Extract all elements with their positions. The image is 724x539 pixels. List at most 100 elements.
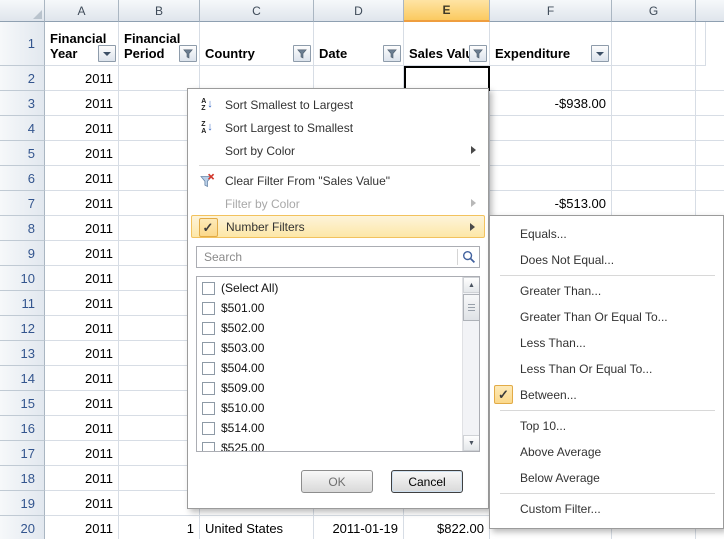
row-header[interactable]: 17 bbox=[0, 441, 45, 466]
row-header-1[interactable]: 1 bbox=[0, 22, 45, 66]
cell-expenditure[interactable]: -$513.00 bbox=[490, 191, 612, 216]
cell-financial-year[interactable]: 2011 bbox=[45, 416, 119, 441]
cell-financial-year[interactable]: 2011 bbox=[45, 316, 119, 341]
column-header-d[interactable]: D bbox=[314, 0, 404, 22]
filter-dropdown-sales-value[interactable] bbox=[469, 45, 487, 62]
cell-g[interactable] bbox=[612, 191, 696, 216]
cell-date[interactable]: 2011-01-19 bbox=[314, 516, 404, 539]
row-header[interactable]: 13 bbox=[0, 341, 45, 366]
menu-item-number-filters[interactable]: ✓ Number Filters bbox=[191, 215, 485, 238]
menu-item-clear-filter[interactable]: Clear Filter From "Sales Value" bbox=[191, 169, 485, 192]
cancel-button[interactable]: Cancel bbox=[391, 470, 463, 493]
row-header[interactable]: 10 bbox=[0, 266, 45, 291]
search-input[interactable] bbox=[202, 249, 457, 265]
header-country[interactable]: Country bbox=[200, 22, 314, 66]
filter-value-item[interactable]: $502.00 bbox=[197, 318, 462, 338]
cell-financial-year[interactable]: 2011 bbox=[45, 116, 119, 141]
row-header[interactable]: 19 bbox=[0, 491, 45, 516]
header-g[interactable] bbox=[612, 22, 696, 66]
row-header[interactable]: 20 bbox=[0, 516, 45, 539]
submenu-item-below-average[interactable]: Below Average bbox=[490, 465, 723, 491]
cell-financial-year[interactable]: 2011 bbox=[45, 241, 119, 266]
cell-country[interactable]: United States bbox=[200, 516, 314, 539]
row-header[interactable]: 2 bbox=[0, 66, 45, 91]
cell-financial-year[interactable]: 2011 bbox=[45, 291, 119, 316]
submenu-item-between[interactable]: ✓ Between... bbox=[490, 382, 723, 408]
header-financial-period[interactable]: Financial Period bbox=[119, 22, 200, 66]
menu-item-sort-largest-to-smallest[interactable]: ZA ↓ Sort Largest to Smallest bbox=[191, 116, 485, 139]
filter-value-item[interactable]: $510.00 bbox=[197, 398, 462, 418]
row-header[interactable]: 4 bbox=[0, 116, 45, 141]
cell-expenditure[interactable]: -$938.00 bbox=[490, 91, 612, 116]
filter-value-item[interactable]: $509.00 bbox=[197, 378, 462, 398]
column-header-g[interactable]: G bbox=[612, 0, 696, 22]
filter-value-item[interactable]: $501.00 bbox=[197, 298, 462, 318]
cell-financial-year[interactable]: 2011 bbox=[45, 191, 119, 216]
submenu-item-greater-than[interactable]: Greater Than... bbox=[490, 278, 723, 304]
cell-expenditure[interactable] bbox=[490, 66, 612, 91]
cell-financial-year[interactable]: 2011 bbox=[45, 141, 119, 166]
cell-financial-year[interactable]: 2011 bbox=[45, 216, 119, 241]
cell-financial-year[interactable]: 2011 bbox=[45, 466, 119, 491]
row-header[interactable]: 15 bbox=[0, 391, 45, 416]
checkbox[interactable] bbox=[202, 342, 215, 355]
cell-financial-year[interactable]: 2011 bbox=[45, 491, 119, 516]
search-icon[interactable] bbox=[462, 250, 476, 264]
filter-dropdown-country[interactable] bbox=[293, 45, 311, 62]
menu-item-sort-by-color[interactable]: Sort by Color bbox=[191, 139, 485, 162]
filter-value-item[interactable]: $504.00 bbox=[197, 358, 462, 378]
column-header-b[interactable]: B bbox=[119, 0, 200, 22]
cell-financial-year[interactable]: 2011 bbox=[45, 516, 119, 539]
select-all-corner[interactable] bbox=[0, 0, 45, 22]
column-header-c[interactable]: C bbox=[200, 0, 314, 22]
cell-expenditure[interactable] bbox=[490, 166, 612, 191]
filter-dropdown-financial-period[interactable] bbox=[179, 45, 197, 62]
row-header[interactable]: 5 bbox=[0, 141, 45, 166]
cell-financial-year[interactable]: 2011 bbox=[45, 441, 119, 466]
scroll-up-button[interactable]: ▲ bbox=[463, 277, 480, 293]
row-header[interactable]: 18 bbox=[0, 466, 45, 491]
cell-financial-year[interactable]: 2011 bbox=[45, 341, 119, 366]
header-financial-year[interactable]: Financial Year bbox=[45, 22, 119, 66]
cell-financial-period[interactable]: 1 bbox=[119, 516, 200, 539]
cell-financial-year[interactable]: 2011 bbox=[45, 366, 119, 391]
filter-dropdown-expenditure[interactable] bbox=[591, 45, 609, 62]
row-header[interactable]: 9 bbox=[0, 241, 45, 266]
row-header[interactable]: 11 bbox=[0, 291, 45, 316]
checkbox[interactable] bbox=[202, 402, 215, 415]
filter-dropdown-date[interactable] bbox=[383, 45, 401, 62]
cell-financial-year[interactable]: 2011 bbox=[45, 166, 119, 191]
cell-g[interactable] bbox=[612, 166, 696, 191]
cell-g[interactable] bbox=[612, 66, 696, 91]
submenu-item-less-than[interactable]: Less Than... bbox=[490, 330, 723, 356]
filter-value-item[interactable]: $514.00 bbox=[197, 418, 462, 438]
submenu-item-above-average[interactable]: Above Average bbox=[490, 439, 723, 465]
cell-expenditure[interactable] bbox=[490, 116, 612, 141]
submenu-item-less-than-or-equal[interactable]: Less Than Or Equal To... bbox=[490, 356, 723, 382]
checkbox[interactable] bbox=[202, 422, 215, 435]
header-expenditure[interactable]: Expenditure bbox=[490, 22, 612, 66]
scroll-down-button[interactable]: ▼ bbox=[463, 435, 480, 451]
checkbox[interactable] bbox=[202, 282, 215, 295]
cell-financial-year[interactable]: 2011 bbox=[45, 66, 119, 91]
column-header-f[interactable]: F bbox=[490, 0, 612, 22]
cell-g[interactable] bbox=[612, 116, 696, 141]
header-date[interactable]: Date bbox=[314, 22, 404, 66]
cell-g[interactable] bbox=[612, 91, 696, 116]
row-header[interactable]: 3 bbox=[0, 91, 45, 116]
scrollbar[interactable]: ▲ ▼ bbox=[462, 277, 479, 451]
cell-financial-year[interactable]: 2011 bbox=[45, 391, 119, 416]
row-header[interactable]: 6 bbox=[0, 166, 45, 191]
row-header[interactable]: 16 bbox=[0, 416, 45, 441]
row-header[interactable]: 12 bbox=[0, 316, 45, 341]
column-header-e[interactable]: E bbox=[404, 0, 490, 22]
row-header[interactable]: 14 bbox=[0, 366, 45, 391]
checkbox[interactable] bbox=[202, 362, 215, 375]
filter-value-item[interactable]: $525.00 bbox=[197, 438, 462, 452]
menu-item-sort-smallest-to-largest[interactable]: AZ ↓ Sort Smallest to Largest bbox=[191, 93, 485, 116]
cell-expenditure[interactable] bbox=[490, 141, 612, 166]
checkbox[interactable] bbox=[202, 322, 215, 335]
row-header[interactable]: 7 bbox=[0, 191, 45, 216]
ok-button[interactable]: OK bbox=[301, 470, 373, 493]
filter-value-item[interactable]: (Select All) bbox=[197, 278, 462, 298]
